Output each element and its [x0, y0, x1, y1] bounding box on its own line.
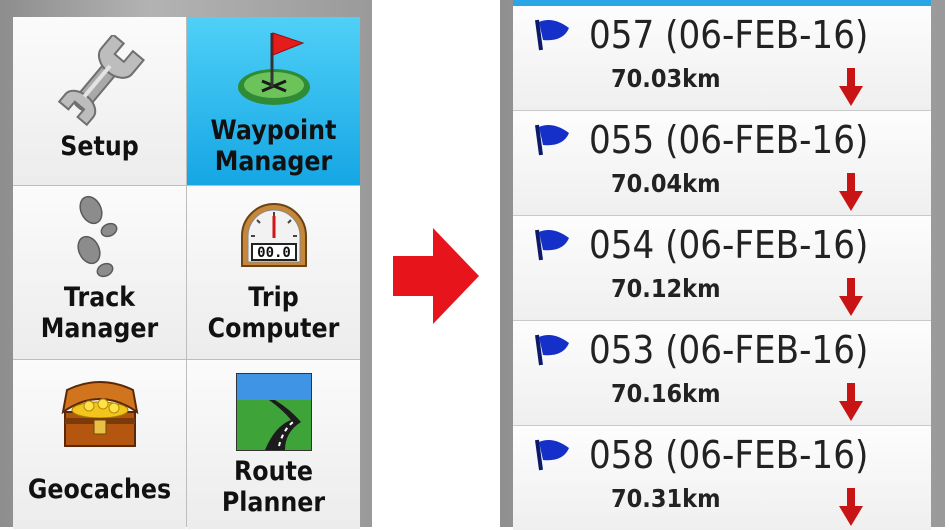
track-manager-label: Track Manager: [40, 282, 159, 344]
geocaches-tile[interactable]: Geocaches: [13, 360, 186, 529]
blue-flag-icon: [535, 124, 569, 156]
waypoint-distance: 70.03km: [611, 64, 721, 93]
blue-flag-icon: [535, 334, 569, 366]
waypoint-distance: 70.16km: [611, 379, 721, 408]
waypoint-row[interactable]: 057 (06-FEB-16) 70.03km: [513, 6, 931, 110]
bearing-arrow-icon: [839, 278, 863, 316]
waypoint-distance: 70.12km: [611, 274, 721, 303]
footprints-icon: [76, 195, 117, 278]
waypoint-name: 057 (06-FEB-16): [589, 13, 869, 57]
bearing-arrow-icon: [839, 173, 863, 211]
trip-odometer-text: 00.0: [257, 245, 291, 261]
blue-flag-icon: [535, 19, 569, 51]
waypoint-row[interactable]: 053 (06-FEB-16) 70.16km: [513, 321, 931, 425]
trip-computer-tile[interactable]: 00.0 Trip Computer: [187, 186, 360, 359]
waypoint-manager-label: Waypoint Manager: [210, 115, 337, 177]
waypoint-name: 055 (06-FEB-16): [589, 118, 869, 162]
waypoint-row[interactable]: 058 (06-FEB-16) 70.31km: [513, 426, 931, 530]
bearing-arrow-icon: [839, 68, 863, 106]
road-icon: [235, 373, 312, 451]
wrench-icon: [57, 35, 145, 127]
main-menu-grid: Setup Waypoint Manager Track Manager 00.…: [13, 17, 360, 529]
waypoint-row[interactable]: 054 (06-FEB-16) 70.12km: [513, 216, 931, 320]
waypoint-distance: 70.31km: [611, 484, 721, 513]
waypoint-manager-tile[interactable]: Waypoint Manager: [187, 17, 360, 185]
waypoint-list[interactable]: 057 (06-FEB-16) 70.03km 055 (06-FEB-16) …: [513, 6, 931, 530]
waypoint-flag-icon: [237, 32, 310, 105]
waypoint-name: 054 (06-FEB-16): [589, 223, 869, 267]
waypoint-name: 058 (06-FEB-16): [589, 433, 869, 477]
route-planner-label: Route Planner: [221, 456, 326, 518]
trip-computer-label: Trip Computer: [207, 282, 340, 344]
setup-label: Setup: [60, 131, 139, 162]
speedometer-icon: 00.0: [240, 203, 307, 267]
waypoint-name: 053 (06-FEB-16): [589, 328, 869, 372]
treasure-chest-icon: [61, 381, 138, 447]
blue-flag-icon: [535, 229, 569, 261]
track-manager-tile[interactable]: Track Manager: [13, 186, 186, 359]
bearing-arrow-icon: [839, 383, 863, 421]
bearing-arrow-icon: [839, 488, 863, 526]
waypoint-row[interactable]: 055 (06-FEB-16) 70.04km: [513, 111, 931, 215]
setup-tile[interactable]: Setup: [13, 17, 186, 185]
route-planner-tile[interactable]: Route Planner: [187, 360, 360, 529]
blue-flag-icon: [535, 439, 569, 471]
right-arrow-icon: [393, 228, 479, 324]
waypoint-distance: 70.04km: [611, 169, 721, 198]
geocaches-label: Geocaches: [27, 474, 172, 505]
